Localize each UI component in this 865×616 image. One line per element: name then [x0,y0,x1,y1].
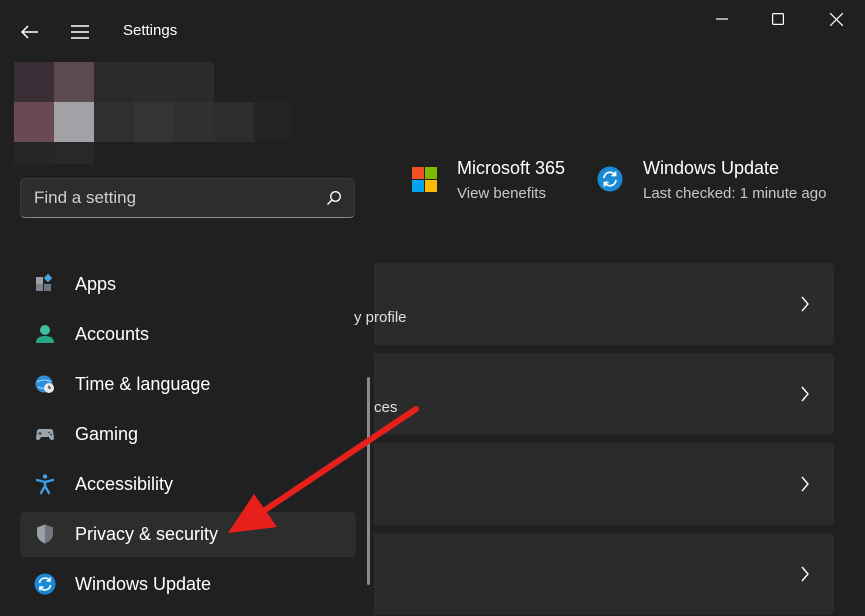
app-title: Settings [123,22,178,39]
sidebar-scrollbar[interactable] [367,377,370,585]
profile-pixel [54,142,94,164]
profile-pixel [174,102,214,142]
promo-subtitle: Last checked: 1 minute ago [643,185,827,202]
microsoft-logo-icon [412,167,437,192]
settings-card[interactable]: y profile [354,263,834,345]
sidebar-item-label: Time & language [75,374,211,394]
apps-icon [36,273,53,291]
close-button[interactable] [815,4,857,34]
back-button[interactable] [14,16,46,48]
time-language-icon [35,375,54,393]
promo-title: Microsoft 365 [457,158,566,178]
sidebar-item-apps[interactable]: Apps [20,262,356,307]
profile-pixel [54,62,94,102]
maximize-button[interactable] [758,4,798,34]
settings-card[interactable] [374,533,834,615]
windows-update-icon [34,573,56,595]
settings-card[interactable] [374,443,834,525]
profile-pixel [214,102,254,142]
title-bar: Settings [0,0,865,62]
sidebar-item-accessibility[interactable]: Accessibility [20,462,356,507]
sidebar-nav: Apps Accounts Time & language Gaming Acc… [20,262,356,612]
profile-pixel [94,62,134,102]
sidebar-item-gaming[interactable]: Gaming [20,412,356,457]
menu-button[interactable] [64,16,96,48]
sidebar-item-label: Privacy & security [75,524,219,544]
search-input[interactable] [21,179,311,217]
accessibility-icon [35,474,55,495]
chevron-right-icon [801,296,809,312]
gaming-icon [36,429,54,440]
user-profile-redacted[interactable] [14,62,294,164]
profile-pixel [254,102,294,142]
sidebar-item-privacy-security[interactable]: Privacy & security [20,512,356,557]
search-box[interactable] [20,178,355,218]
search-icon[interactable] [326,190,342,206]
card-description: y profile [354,309,407,326]
profile-pixel [134,62,174,102]
sidebar-item-label: Accessibility [75,474,174,494]
profile-pixel [14,62,54,102]
profile-pixel [14,142,54,164]
settings-card[interactable]: ces [374,353,834,435]
windows-update-icon [597,166,623,192]
profile-pixel [54,102,94,142]
back-arrow-icon [21,25,38,39]
chevron-right-icon [801,386,809,402]
profile-pixel [174,62,214,102]
sidebar-item-windows-update[interactable]: Windows Update [20,562,356,607]
sidebar-item-label: Accounts [75,324,150,344]
sidebar-item-time-language[interactable]: Time & language [20,362,356,407]
minimize-button[interactable] [702,4,742,34]
profile-pixel [134,102,174,142]
minimize-icon [716,18,728,20]
accounts-icon [36,325,54,343]
shield-icon [37,524,53,544]
chevron-right-icon [801,476,809,492]
sidebar-item-accounts[interactable]: Accounts [20,312,356,357]
profile-pixel [14,102,54,142]
sidebar-item-label: Apps [75,274,117,294]
promo-title: Windows Update [643,158,780,178]
chevron-right-icon [801,566,809,582]
hamburger-icon [71,25,89,39]
sidebar-item-label: Gaming [75,424,139,444]
card-description: ces [374,399,398,416]
close-icon [829,12,843,26]
profile-pixel [94,102,134,142]
maximize-icon [772,13,784,25]
promo-subtitle: View benefits [457,185,546,202]
sidebar-item-label: Windows Update [75,574,212,594]
